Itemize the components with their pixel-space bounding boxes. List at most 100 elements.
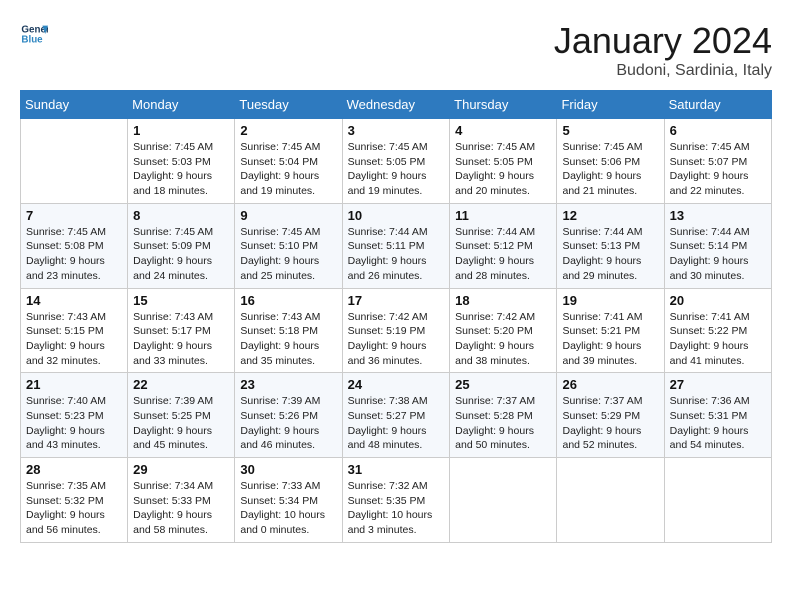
day-info: Sunrise: 7:44 AMSunset: 5:12 PMDaylight:… (455, 225, 551, 284)
day-number: 21 (26, 377, 122, 392)
col-thursday: Thursday (450, 91, 557, 119)
calendar-cell: 30 Sunrise: 7:33 AMSunset: 5:34 PMDayligh… (235, 458, 342, 543)
week-row-5: 28 Sunrise: 7:35 AMSunset: 5:32 PMDayligh… (21, 458, 772, 543)
day-info: Sunrise: 7:32 AMSunset: 5:35 PMDaylight:… (348, 479, 445, 538)
svg-text:Blue: Blue (21, 34, 43, 45)
calendar-cell: 16Sunrise: 7:43 AMSunset: 5:18 PMDayligh… (235, 288, 342, 373)
day-number: 17 (348, 293, 445, 308)
week-row-3: 14 Sunrise: 7:43 AMSunset: 5:15 PMDayligh… (21, 288, 772, 373)
title-area: January 2024 Budoni, Sardinia, Italy (554, 20, 772, 80)
calendar-cell: 26 Sunrise: 7:37 AMSunset: 5:29 PMDayligh… (557, 373, 664, 458)
col-sunday: Sunday (21, 91, 128, 119)
day-info: Sunrise: 7:44 AMSunset: 5:14 PMDaylight:… (670, 225, 766, 284)
day-number: 7 (26, 208, 122, 223)
day-number: 14 (26, 293, 122, 308)
calendar-cell: 28 Sunrise: 7:35 AMSunset: 5:32 PMDayligh… (21, 458, 128, 543)
calendar-title: January 2024 (554, 20, 772, 62)
calendar-cell (557, 458, 664, 543)
col-friday: Friday (557, 91, 664, 119)
day-info: Sunrise: 7:45 AMSunset: 5:08 PMDaylight:… (26, 225, 122, 284)
day-number: 27 (670, 377, 766, 392)
day-info: Sunrise: 7:45 AMSunset: 5:05 PMDaylight:… (348, 140, 445, 199)
calendar-cell: 25 Sunrise: 7:37 AMSunset: 5:28 PMDayligh… (450, 373, 557, 458)
day-info: Sunrise: 7:38 AMSunset: 5:27 PMDaylight:… (348, 394, 445, 453)
calendar-cell: 23Sunrise: 7:39 AMSunset: 5:26 PMDayligh… (235, 373, 342, 458)
day-number: 20 (670, 293, 766, 308)
calendar-cell: 20 Sunrise: 7:41 AMSunset: 5:22 PMDayligh… (664, 288, 771, 373)
calendar-cell: 21 Sunrise: 7:40 AMSunset: 5:23 PMDayligh… (21, 373, 128, 458)
day-info: Sunrise: 7:42 AMSunset: 5:19 PMDaylight:… (348, 310, 445, 369)
week-row-2: 7 Sunrise: 7:45 AMSunset: 5:08 PMDaylight… (21, 203, 772, 288)
day-number: 22 (133, 377, 229, 392)
day-number: 10 (348, 208, 445, 223)
day-number: 31 (348, 462, 445, 477)
calendar-cell: 12 Sunrise: 7:44 AMSunset: 5:13 PMDayligh… (557, 203, 664, 288)
day-number: 6 (670, 123, 766, 138)
calendar-cell: 18 Sunrise: 7:42 AMSunset: 5:20 PMDayligh… (450, 288, 557, 373)
col-saturday: Saturday (664, 91, 771, 119)
calendar-cell: 5 Sunrise: 7:45 AMSunset: 5:06 PMDaylight… (557, 119, 664, 204)
calendar-cell: 15Sunrise: 7:43 AMSunset: 5:17 PMDayligh… (128, 288, 235, 373)
day-number: 28 (26, 462, 122, 477)
day-info: Sunrise: 7:37 AMSunset: 5:29 PMDaylight:… (562, 394, 658, 453)
header: General Blue January 2024 Budoni, Sardin… (20, 20, 772, 80)
day-info: Sunrise: 7:45 AMSunset: 5:10 PMDaylight:… (240, 225, 336, 284)
day-info: Sunrise: 7:45 AMSunset: 5:03 PMDaylight:… (133, 140, 229, 199)
day-info: Sunrise: 7:44 AMSunset: 5:13 PMDaylight:… (562, 225, 658, 284)
day-info: Sunrise: 7:37 AMSunset: 5:28 PMDaylight:… (455, 394, 551, 453)
day-number: 15 (133, 293, 229, 308)
logo-icon: General Blue (20, 20, 48, 48)
calendar-cell (21, 119, 128, 204)
day-number: 26 (562, 377, 658, 392)
day-info: Sunrise: 7:35 AMSunset: 5:32 PMDaylight:… (26, 479, 122, 538)
day-info: Sunrise: 7:36 AMSunset: 5:31 PMDaylight:… (670, 394, 766, 453)
day-info: Sunrise: 7:45 AMSunset: 5:09 PMDaylight:… (133, 225, 229, 284)
day-number: 3 (348, 123, 445, 138)
day-info: Sunrise: 7:45 AMSunset: 5:07 PMDaylight:… (670, 140, 766, 199)
day-number: 1 (133, 123, 229, 138)
calendar-cell: 29 Sunrise: 7:34 AMSunset: 5:33 PMDayligh… (128, 458, 235, 543)
week-row-1: 1 Sunrise: 7:45 AMSunset: 5:03 PMDaylight… (21, 119, 772, 204)
calendar-cell: 6 Sunrise: 7:45 AMSunset: 5:07 PMDaylight… (664, 119, 771, 204)
day-number: 4 (455, 123, 551, 138)
calendar-cell: 14 Sunrise: 7:43 AMSunset: 5:15 PMDayligh… (21, 288, 128, 373)
calendar-cell: 24 Sunrise: 7:38 AMSunset: 5:27 PMDayligh… (342, 373, 450, 458)
calendar-subtitle: Budoni, Sardinia, Italy (554, 62, 772, 80)
week-row-4: 21 Sunrise: 7:40 AMSunset: 5:23 PMDayligh… (21, 373, 772, 458)
col-wednesday: Wednesday (342, 91, 450, 119)
day-number: 30 (240, 462, 336, 477)
day-info: Sunrise: 7:41 AMSunset: 5:21 PMDaylight:… (562, 310, 658, 369)
calendar-cell: 3 Sunrise: 7:45 AMSunset: 5:05 PMDaylight… (342, 119, 450, 204)
day-info: Sunrise: 7:40 AMSunset: 5:23 PMDaylight:… (26, 394, 122, 453)
day-number: 8 (133, 208, 229, 223)
day-info: Sunrise: 7:45 AMSunset: 5:05 PMDaylight:… (455, 140, 551, 199)
calendar-cell: 22 Sunrise: 7:39 AMSunset: 5:25 PMDayligh… (128, 373, 235, 458)
day-number: 29 (133, 462, 229, 477)
calendar-cell: 8 Sunrise: 7:45 AMSunset: 5:09 PMDaylight… (128, 203, 235, 288)
day-number: 24 (348, 377, 445, 392)
day-info: Sunrise: 7:45 AMSunset: 5:06 PMDaylight:… (562, 140, 658, 199)
day-info: Sunrise: 7:42 AMSunset: 5:20 PMDaylight:… (455, 310, 551, 369)
day-number: 25 (455, 377, 551, 392)
header-row: Sunday Monday Tuesday Wednesday Thursday… (21, 91, 772, 119)
day-number: 18 (455, 293, 551, 308)
day-number: 19 (562, 293, 658, 308)
day-number: 9 (240, 208, 336, 223)
day-number: 12 (562, 208, 658, 223)
day-number: 2 (240, 123, 336, 138)
day-info: Sunrise: 7:45 AMSunset: 5:04 PMDaylight:… (240, 140, 336, 199)
calendar-cell: 9 Sunrise: 7:45 AMSunset: 5:10 PMDaylight… (235, 203, 342, 288)
day-info: Sunrise: 7:44 AMSunset: 5:11 PMDaylight:… (348, 225, 445, 284)
day-info: Sunrise: 7:41 AMSunset: 5:22 PMDaylight:… (670, 310, 766, 369)
day-info: Sunrise: 7:33 AMSunset: 5:34 PMDaylight:… (240, 479, 336, 538)
day-number: 23 (240, 377, 336, 392)
day-info: Sunrise: 7:34 AMSunset: 5:33 PMDaylight:… (133, 479, 229, 538)
day-number: 5 (562, 123, 658, 138)
day-number: 13 (670, 208, 766, 223)
calendar-cell: 4 Sunrise: 7:45 AMSunset: 5:05 PMDaylight… (450, 119, 557, 204)
day-info: Sunrise: 7:39 AMSunset: 5:25 PMDaylight:… (133, 394, 229, 453)
calendar-cell (664, 458, 771, 543)
logo: General Blue (20, 20, 48, 48)
calendar-table: Sunday Monday Tuesday Wednesday Thursday… (20, 90, 772, 543)
day-info: Sunrise: 7:43 AMSunset: 5:15 PMDaylight:… (26, 310, 122, 369)
